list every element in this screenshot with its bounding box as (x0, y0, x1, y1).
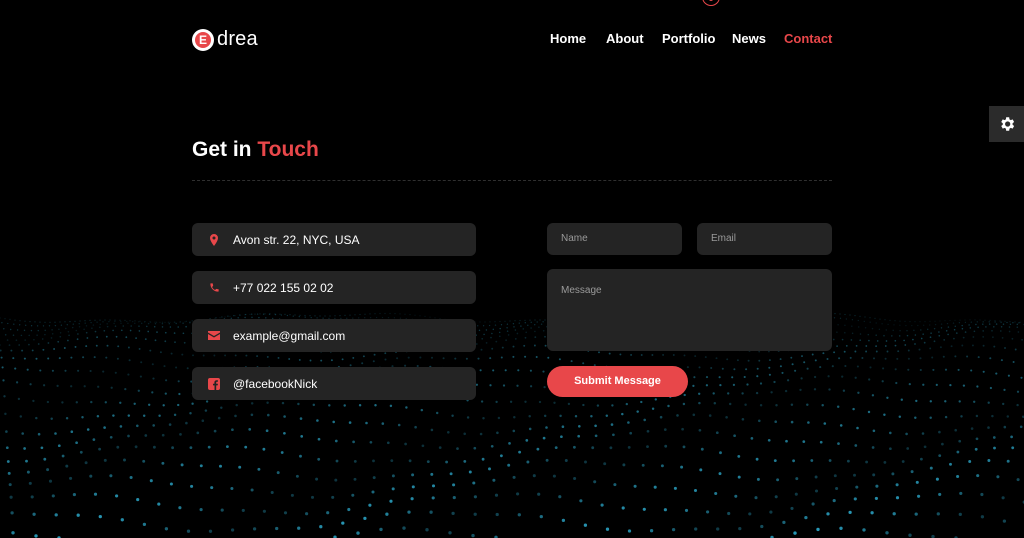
gear-icon (1000, 117, 1014, 131)
envelope-icon (207, 329, 221, 343)
facebook-icon (207, 377, 221, 391)
info-card-email: example@gmail.com (192, 319, 476, 352)
phone-text: +77 022 155 02 02 (233, 280, 334, 295)
facebook-text: @facebookNick (233, 376, 318, 391)
phone-icon (207, 281, 221, 295)
settings-button[interactable] (989, 106, 1024, 142)
nav-contact[interactable]: Contact (784, 31, 844, 47)
email-text: example@gmail.com (233, 328, 346, 343)
nav-news[interactable]: News (732, 31, 766, 47)
heading-divider (192, 180, 832, 181)
logo-name: drea (217, 28, 258, 50)
info-card-facebook: @facebookNick (192, 367, 476, 400)
logo[interactable]: E drea (192, 28, 258, 51)
nav-about[interactable]: About (606, 31, 644, 47)
logo-badge: E (192, 28, 214, 51)
info-card-phone: +77 022 155 02 02 (192, 271, 476, 304)
message-textarea[interactable]: Message (547, 269, 832, 351)
location-pin-icon (207, 233, 221, 247)
address-text: Avon str. 22, NYC, USA (233, 232, 360, 247)
particle-wave-background (0, 312, 1024, 538)
nav-home[interactable]: Home (550, 31, 586, 47)
logo-letter: E (195, 31, 211, 48)
nav-portfolio[interactable]: Portfolio (662, 31, 715, 47)
info-card-address: Avon str. 22, NYC, USA (192, 223, 476, 256)
email-input[interactable]: Email (697, 223, 832, 255)
submit-message-button[interactable]: Submit Message (547, 366, 688, 397)
name-input[interactable]: Name (547, 223, 682, 255)
heading-plain: Get in (192, 138, 252, 161)
heading-accent: Touch (257, 138, 319, 161)
section-heading: Get in Touch (192, 138, 319, 162)
